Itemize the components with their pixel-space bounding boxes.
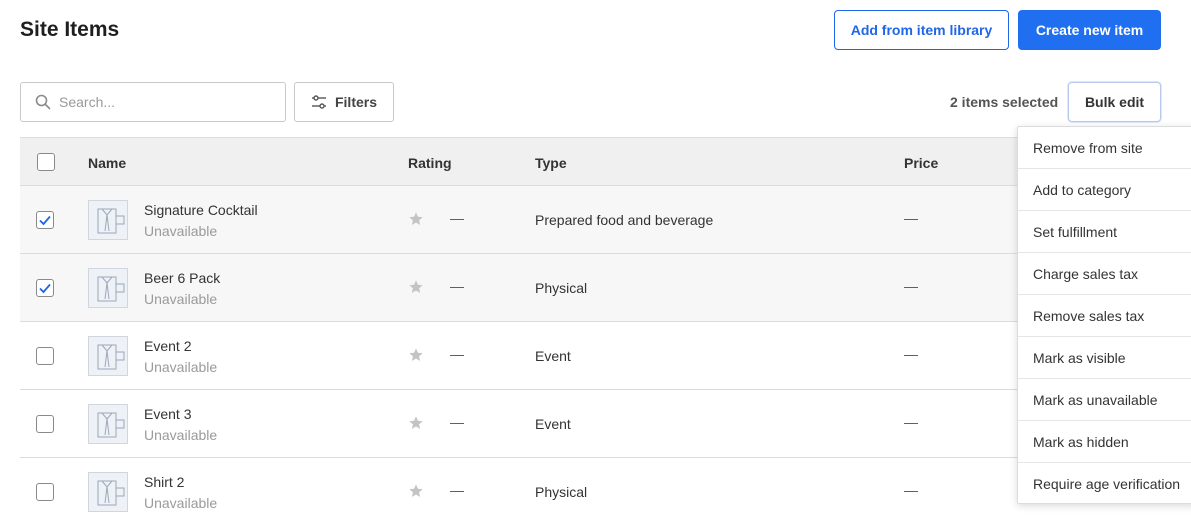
filters-button[interactable]: Filters (294, 82, 394, 122)
sliders-icon (311, 95, 326, 109)
star-icon (408, 347, 424, 368)
item-price: — (904, 210, 918, 226)
table-row[interactable]: Beer 6 Pack Unavailable — Physical — (20, 254, 1191, 322)
item-price: — (904, 482, 918, 498)
column-header-price[interactable]: Price (904, 155, 938, 171)
row-checkbox[interactable] (36, 211, 54, 229)
create-new-item-button[interactable]: Create new item (1018, 10, 1161, 50)
item-type: Physical (535, 280, 588, 296)
select-all-checkbox[interactable] (37, 153, 55, 171)
item-rating: — (450, 482, 464, 498)
star-icon (408, 415, 424, 436)
item-price: — (904, 346, 918, 362)
item-thumbnail-icon (88, 268, 128, 308)
row-checkbox[interactable] (36, 483, 54, 501)
menu-item-require-age-verification[interactable]: Require age verification (1018, 463, 1191, 505)
star-icon (408, 211, 424, 232)
item-status: Unavailable (144, 427, 218, 443)
item-name[interactable]: Signature Cocktail (144, 202, 258, 218)
menu-item-add-to-category[interactable]: Add to category (1018, 169, 1191, 211)
item-status: Unavailable (144, 291, 218, 307)
item-status: Unavailable (144, 359, 218, 375)
table-row[interactable]: Event 3 Unavailable — Event — (20, 390, 1191, 458)
item-rating: — (450, 210, 464, 226)
menu-item-mark-as-unavailable[interactable]: Mark as unavailable (1018, 379, 1191, 421)
item-price: — (904, 414, 918, 430)
column-header-name[interactable]: Name (88, 155, 126, 171)
item-type: Prepared food and beverage (535, 212, 714, 228)
item-type: Physical (535, 484, 588, 500)
search-icon (35, 94, 51, 110)
item-rating: — (450, 346, 464, 362)
menu-item-remove-from-site[interactable]: Remove from site (1018, 127, 1191, 169)
item-status: Unavailable (144, 223, 218, 239)
star-icon (408, 483, 424, 504)
items-table: Name Rating Type Price Signature Cocktai… (20, 137, 1191, 523)
item-thumbnail-icon (88, 472, 128, 512)
column-header-rating[interactable]: Rating (408, 155, 452, 171)
row-checkbox[interactable] (36, 279, 54, 297)
selected-count: 2 items selected (950, 94, 1059, 110)
table-row[interactable]: Shirt 2 Unavailable — Physical — (20, 458, 1191, 523)
table-header: Name Rating Type Price (20, 137, 1191, 186)
bulk-edit-button[interactable]: Bulk edit (1068, 82, 1161, 122)
item-status: Unavailable (144, 495, 218, 511)
bulk-edit-menu: Remove from site Add to category Set fulfi… (1017, 126, 1191, 504)
item-type: Event (535, 416, 571, 432)
menu-item-set-fulfillment[interactable]: Set fulfillment (1018, 211, 1191, 253)
table-row[interactable]: Event 2 Unavailable — Event — (20, 322, 1191, 390)
menu-item-mark-as-visible[interactable]: Mark as visible (1018, 337, 1191, 379)
item-name[interactable]: Event 2 (144, 338, 191, 354)
page-title: Site Items (20, 18, 120, 41)
item-thumbnail-icon (88, 200, 128, 240)
add-from-library-button[interactable]: Add from item library (834, 10, 1009, 50)
star-icon (408, 279, 424, 300)
row-checkbox[interactable] (36, 415, 54, 433)
search-input[interactable] (59, 94, 259, 110)
item-rating: — (450, 278, 464, 294)
item-price: — (904, 278, 918, 294)
item-name[interactable]: Shirt 2 (144, 474, 184, 490)
menu-item-mark-as-hidden[interactable]: Mark as hidden (1018, 421, 1191, 463)
menu-item-charge-sales-tax[interactable]: Charge sales tax (1018, 253, 1191, 295)
table-row[interactable]: Signature Cocktail Unavailable — Prepared f… (20, 186, 1191, 254)
menu-item-remove-sales-tax[interactable]: Remove sales tax (1018, 295, 1191, 337)
row-checkbox[interactable] (36, 347, 54, 365)
item-thumbnail-icon (88, 404, 128, 444)
item-name[interactable]: Event 3 (144, 406, 191, 422)
filters-label: Filters (334, 94, 377, 110)
item-name[interactable]: Beer 6 Pack (144, 270, 220, 286)
search-box[interactable] (20, 82, 286, 122)
item-thumbnail-icon (88, 336, 128, 376)
item-rating: — (450, 414, 464, 430)
item-type: Event (535, 348, 571, 364)
column-header-type[interactable]: Type (535, 155, 567, 171)
